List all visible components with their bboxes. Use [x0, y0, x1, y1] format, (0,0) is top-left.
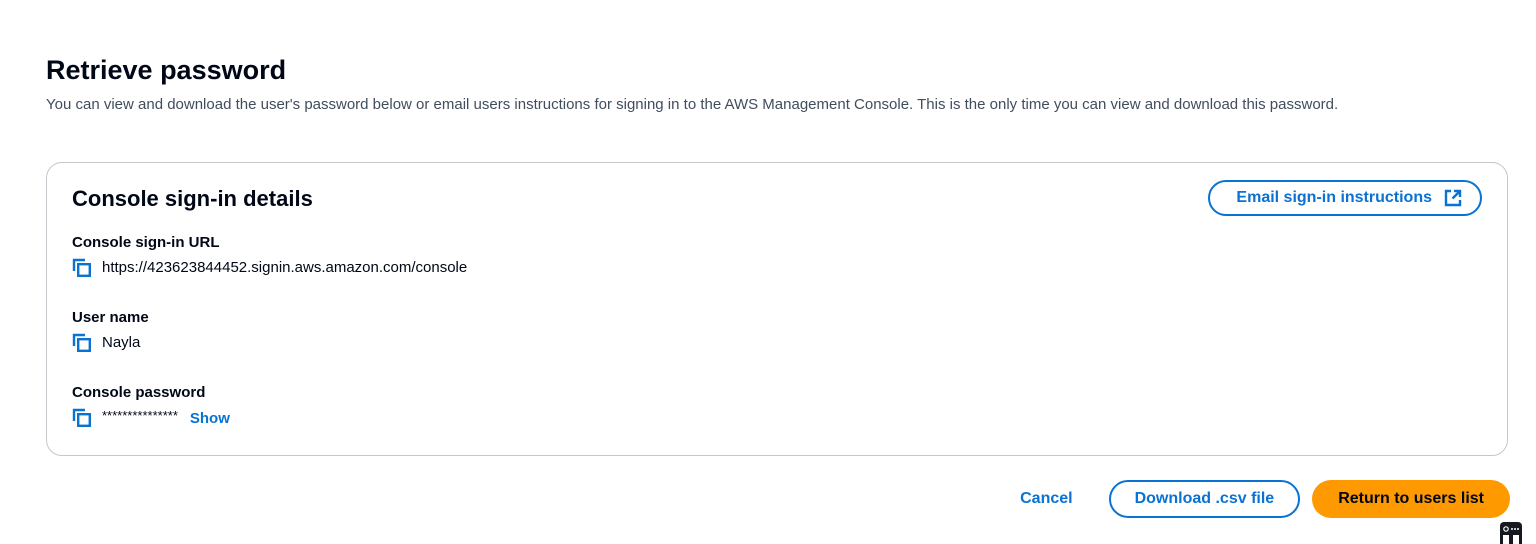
return-to-users-list-button[interactable]: Return to users list — [1312, 480, 1510, 518]
console-sign-in-details-card: Console sign-in details Email sign-in in… — [46, 162, 1508, 456]
console-password-label: Console password — [72, 384, 206, 401]
console-password-row: *************** Show — [72, 407, 230, 429]
page-description: You can view and download the user's pas… — [46, 96, 1339, 113]
console-sign-in-url-field: Console sign-in URL https://423623844452… — [72, 233, 467, 279]
cancel-button[interactable]: Cancel — [1000, 480, 1092, 518]
console-sign-in-url-row: https://423623844452.signin.aws.amazon.c… — [72, 257, 467, 279]
footer-actions: Cancel Download .csv file Return to user… — [1000, 480, 1510, 518]
user-name-row: Nayla — [72, 332, 149, 354]
copy-icon[interactable] — [72, 333, 92, 353]
user-name-value: Nayla — [102, 334, 141, 351]
user-name-field: User name Nayla — [72, 308, 149, 354]
card-title: Console sign-in details — [72, 186, 313, 211]
console-sign-in-url-label: Console sign-in URL — [72, 234, 220, 251]
page-header: Retrieve password You can view and downl… — [46, 54, 1496, 116]
external-link-icon — [1444, 189, 1462, 207]
page-title: Retrieve password — [46, 55, 287, 85]
show-password-link[interactable]: Show — [190, 410, 230, 427]
copy-icon[interactable] — [72, 408, 92, 428]
retrieve-password-page: Retrieve password You can view and downl… — [0, 0, 1536, 544]
console-password-field: Console password *************** Show — [72, 383, 230, 429]
console-sign-in-url-value: https://423623844452.signin.aws.amazon.c… — [102, 259, 468, 276]
feedback-widget-icon[interactable] — [1500, 522, 1522, 544]
email-button-label: Email sign-in instructions — [1236, 189, 1432, 206]
email-sign-in-instructions-button[interactable]: Email sign-in instructions — [1208, 180, 1482, 216]
user-name-label: User name — [72, 309, 149, 326]
console-password-value: *************** — [102, 408, 178, 423]
download-csv-button[interactable]: Download .csv file — [1108, 480, 1301, 518]
copy-icon[interactable] — [72, 258, 92, 278]
